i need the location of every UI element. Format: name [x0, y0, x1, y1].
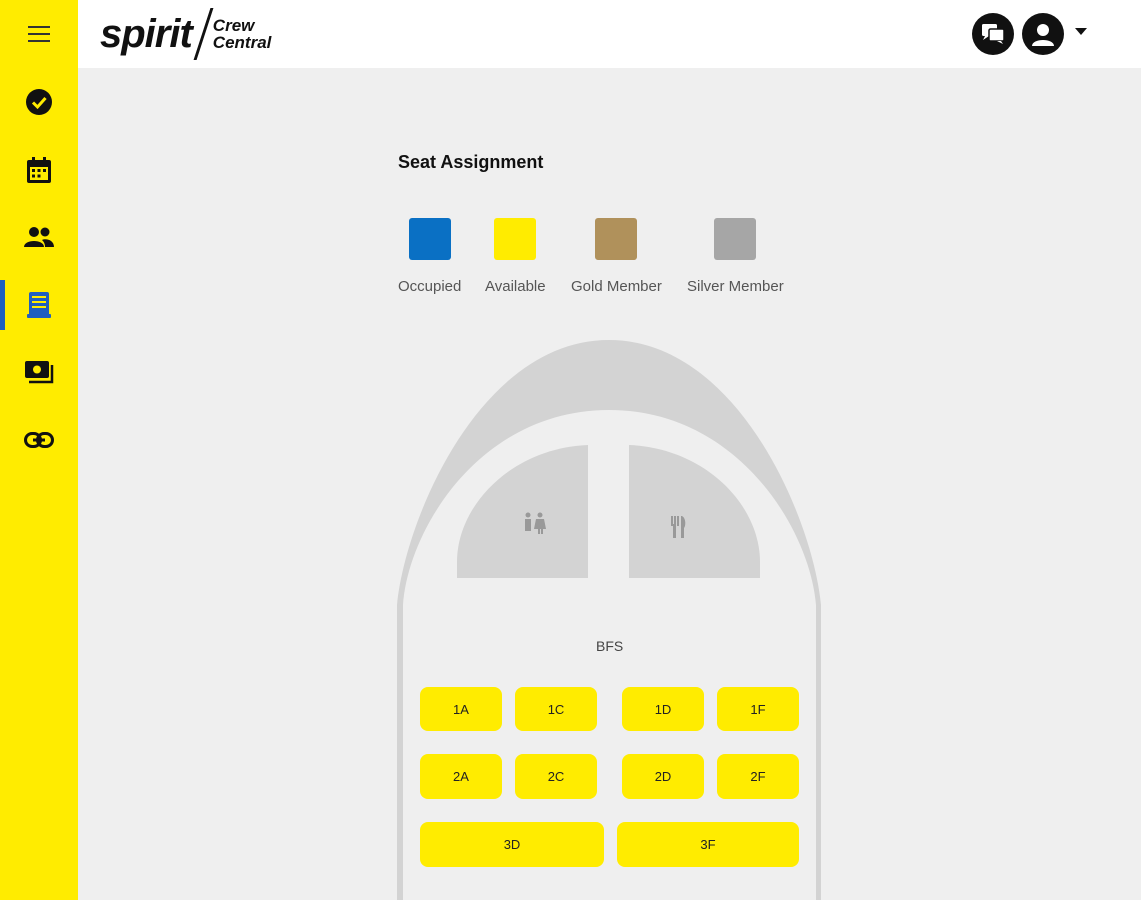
seat-1f[interactable]: 1F: [717, 687, 799, 731]
seat-2d[interactable]: 2D: [622, 754, 704, 799]
seat-2f[interactable]: 2F: [717, 754, 799, 799]
seat-3f[interactable]: 3F: [617, 822, 799, 867]
bfs-label: BFS: [596, 638, 624, 654]
seat-1a[interactable]: 1A: [420, 687, 502, 731]
seat-1c[interactable]: 1C: [515, 687, 597, 731]
seat-2c[interactable]: 2C: [515, 754, 597, 799]
seat-1d[interactable]: 1D: [622, 687, 704, 731]
seat-2a[interactable]: 2A: [420, 754, 502, 799]
seat-3d[interactable]: 3D: [420, 822, 604, 867]
